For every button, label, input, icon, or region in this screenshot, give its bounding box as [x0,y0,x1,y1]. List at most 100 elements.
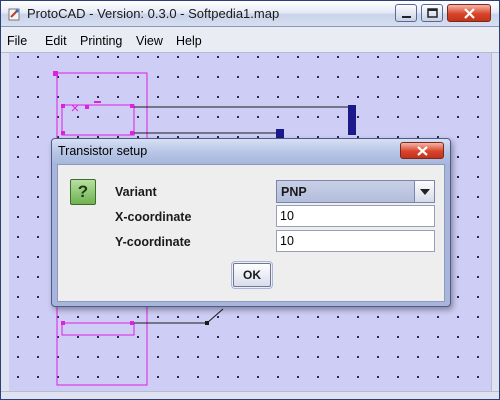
grid-dot [257,76,259,78]
menu-file[interactable]: File [7,34,27,48]
component-outline-bottom [61,322,135,336]
grid-dot [317,376,319,378]
grid-dot [97,356,99,358]
dialog-close-button[interactable] [400,142,444,159]
grid-dot [437,336,439,338]
grid-dot [37,176,39,178]
grid-dot [157,376,159,378]
grid-dot [37,156,39,158]
grid-dot [17,56,19,58]
grid-dot [457,276,459,278]
grid-dot [77,316,79,318]
grid-dot [237,56,239,58]
grid-dot [277,76,279,78]
grid-dot [357,76,359,78]
grid-dot [117,56,119,58]
maximize-button[interactable] [421,4,443,22]
grid-dot [57,56,59,58]
grid-dot [137,336,139,338]
grid-dot [217,316,219,318]
grid-dot [397,356,399,358]
grid-dot [457,116,459,118]
minimize-button[interactable] [395,4,417,22]
grid-dot [257,316,259,318]
menu-view[interactable]: View [136,34,163,48]
grid-dot [37,296,39,298]
grid-dot [237,76,239,78]
grid-dot [457,76,459,78]
grid-dot [217,116,219,118]
grid-dot [277,376,279,378]
close-icon [417,146,428,156]
grid-dot [97,76,99,78]
horizontal-scrollbar[interactable] [1,391,499,399]
grid-dot [477,136,479,138]
grid-dot [317,316,319,318]
x-coordinate-label: X-coordinate [115,210,192,224]
grid-dot [417,316,419,318]
grid-dot [117,336,119,338]
variant-label: Variant [115,185,157,199]
vertical-scrollbar[interactable] [491,53,499,399]
grid-dot [297,76,299,78]
grid-dot [37,116,39,118]
variant-select[interactable]: PNP [276,180,435,203]
grid-dot [17,76,19,78]
menu-printing[interactable]: Printing [80,34,122,48]
y-coordinate-field[interactable] [276,230,435,252]
grid-dot [457,136,459,138]
app-icon [8,8,20,21]
grid-dot [337,356,339,358]
grid-dot [17,316,19,318]
grid-dot [257,56,259,58]
dropdown-arrow-button[interactable] [414,181,434,202]
grid-dot [337,336,339,338]
grid-dot [417,76,419,78]
grid-dot [477,56,479,58]
grid-dot [137,376,139,378]
grid-dot [37,136,39,138]
ok-button[interactable]: OK [231,261,273,289]
y-coordinate-label: Y-coordinate [115,235,191,249]
grid-dot [417,96,419,98]
grid-dot [217,336,219,338]
grid-dot [457,376,459,378]
x-coordinate-field[interactable] [276,205,435,227]
grid-dot [197,96,199,98]
grid-dot [217,376,219,378]
grid-dot [177,376,179,378]
grid-dot [157,116,159,118]
grid-dot [437,96,439,98]
grid-dot [17,176,19,178]
menu-help[interactable]: Help [176,34,202,48]
grid-dot [177,116,179,118]
grid-dot [197,316,199,318]
grid-dot [357,376,359,378]
grid-dot [237,116,239,118]
title-bar[interactable]: ProtoCAD - Version: 0.3.0 - Softpedia1.m… [1,1,499,27]
grid-dot [17,336,19,338]
grid-dot [77,336,79,338]
grid-dot [37,196,39,198]
dialog-title-bar[interactable]: Transistor setup [52,139,450,163]
grid-dot [317,96,319,98]
grid-dot [257,336,259,338]
close-button[interactable] [447,4,491,22]
grid-dot [437,356,439,358]
main-window: ProtoCAD - Version: 0.3.0 - Softpedia1.m… [0,0,500,400]
grid-dot [257,96,259,98]
grid-dot [97,336,99,338]
grid-dot [477,276,479,278]
menu-edit[interactable]: Edit [45,34,67,48]
grid-dot [97,56,99,58]
grid-dot [157,56,159,58]
grid-dot [457,216,459,218]
grid-dot [357,336,359,338]
grid-dot [117,76,119,78]
grid-dot [257,356,259,358]
grid-dot [477,316,479,318]
grid-dot [177,316,179,318]
grid-dot [17,296,19,298]
grid-dot [297,336,299,338]
grid-dot [97,116,99,118]
